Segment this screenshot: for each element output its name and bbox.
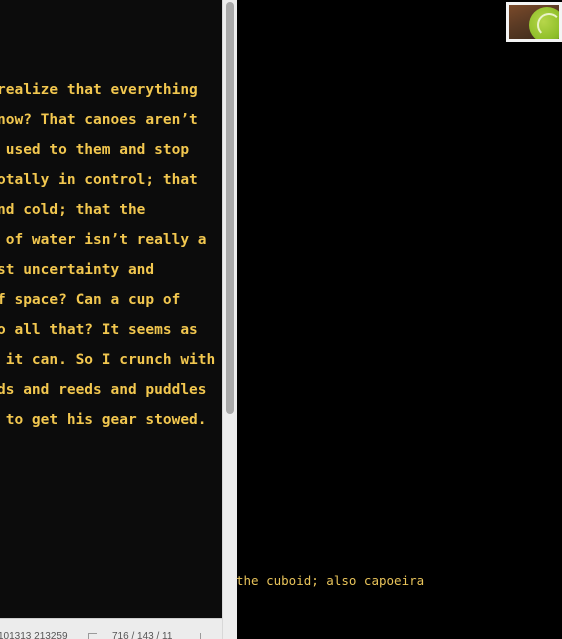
preview-caption: the cuboid; also capoeira [236, 573, 425, 588]
status-count: 716 / 143 / 11 [112, 631, 173, 639]
ball-seam [537, 13, 559, 37]
scrollbar-thumb[interactable] [226, 2, 234, 414]
status-position: 101313 213259 [0, 631, 68, 639]
tennis-ball-icon [509, 5, 559, 39]
status-corner-icon [88, 633, 97, 639]
editor-line: f space? Can a cup of [0, 292, 181, 308]
editor-line: nd cold; that the [0, 202, 146, 218]
editor-line: used to them and stop [0, 142, 190, 158]
editor-line: o all that? It seems as [0, 322, 198, 338]
editor-line: realize that everything [0, 82, 198, 98]
tennis-ball-thumbnail[interactable] [506, 2, 562, 42]
status-divider [200, 633, 201, 639]
editor-line: of water isn’t really a [0, 232, 207, 248]
editor-line: now? That canoes aren’t [0, 112, 198, 128]
editor-line: otally in control; that [0, 172, 198, 188]
editor-text[interactable]: realize that everything now? That canoes… [0, 79, 215, 439]
app-window: realize that everything now? That canoes… [0, 0, 562, 639]
editor-line: it can. So I crunch with [0, 352, 216, 368]
editor-line: st uncertainty and [0, 262, 155, 278]
text-editor-pane[interactable]: realize that everything now? That canoes… [0, 0, 222, 618]
editor-line: to get his gear stowed. [0, 412, 207, 428]
editor-scrollbar[interactable] [222, 0, 237, 639]
editor-line: ds and reeds and puddles [0, 382, 207, 398]
editor-status-bar: 101313 213259 716 / 143 / 11 [0, 618, 222, 639]
preview-pane [237, 0, 562, 639]
